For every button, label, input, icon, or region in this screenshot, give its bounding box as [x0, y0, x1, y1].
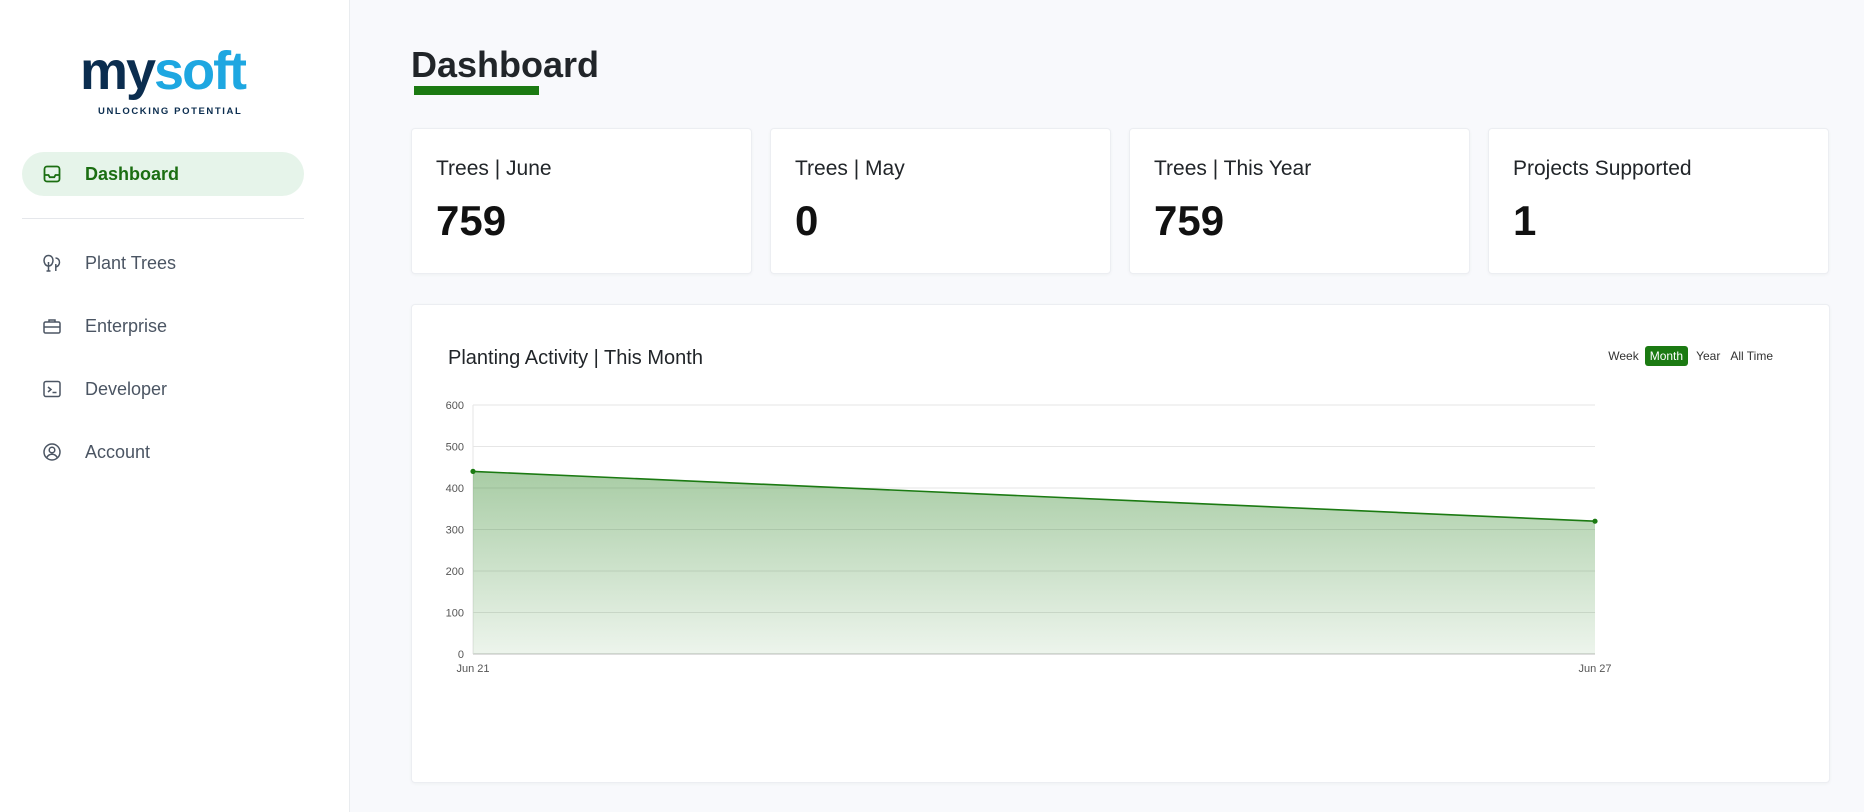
stat-value: 0	[795, 197, 819, 244]
planting-activity-chart: 0 100 200 300 400 500 600 Jun 21 Jun 27	[446, 400, 1612, 675]
stat-label: Trees | May	[795, 157, 905, 180]
stat-label: Trees | June	[436, 157, 552, 180]
sidebar-item-label: Plant Trees	[85, 252, 177, 273]
inbox-icon	[40, 162, 64, 186]
y-tick-label: 400	[446, 483, 464, 495]
sidebar: mysoft UNLOCKING POTENTIAL Dashboard Pla…	[0, 0, 350, 812]
sidebar-item-label: Developer	[85, 378, 168, 399]
stat-card-trees-june: Trees | June 759	[411, 128, 752, 274]
title-underline	[414, 86, 539, 95]
sidebar-item-developer[interactable]: Developer	[22, 367, 304, 411]
x-tick-label: Jun 21	[456, 663, 489, 675]
stat-card-trees-this-year: Trees | This Year 759	[1129, 128, 1470, 274]
terminal-icon	[40, 377, 64, 401]
logo-text-my: my	[80, 41, 156, 101]
y-tick-label: 100	[446, 608, 464, 620]
series-area	[473, 471, 1595, 654]
stat-card-projects-supported: Projects Supported 1	[1488, 128, 1829, 274]
y-tick-label: 200	[446, 566, 464, 578]
sidebar-item-label: Dashboard	[85, 163, 180, 184]
logo-text-soft: soft	[154, 41, 247, 101]
briefcase-icon	[40, 314, 64, 338]
data-point	[1592, 518, 1598, 524]
sidebar-item-enterprise[interactable]: Enterprise	[22, 304, 304, 348]
logo-tagline: UNLOCKING POTENTIAL	[98, 106, 243, 117]
trees-icon	[40, 251, 64, 275]
data-point	[470, 468, 476, 474]
sidebar-item-dashboard[interactable]: Dashboard	[22, 152, 304, 196]
stat-label: Trees | This Year	[1154, 157, 1312, 180]
x-tick-label: Jun 27	[1578, 663, 1611, 675]
y-tick-label: 500	[446, 442, 464, 454]
sidebar-item-account[interactable]: Account	[22, 430, 304, 474]
y-tick-label: 0	[458, 649, 464, 661]
planting-activity-card: Planting Activity | This Month Week Mont…	[411, 304, 1830, 783]
stat-value: 1	[1513, 197, 1537, 244]
mysoft-logo[interactable]: mysoft UNLOCKING POTENTIAL	[80, 44, 250, 120]
page-title: Dashboard	[411, 44, 600, 85]
stat-card-trees-may: Trees | May 0	[770, 128, 1111, 274]
sidebar-item-label: Enterprise	[85, 315, 168, 336]
sidebar-item-label: Account	[85, 441, 151, 462]
logo-wordmark: mysoft	[80, 44, 250, 98]
sidebar-item-plant-trees[interactable]: Plant Trees	[22, 241, 304, 285]
y-tick-label: 300	[446, 525, 464, 537]
stat-value: 759	[1154, 197, 1225, 244]
stat-label: Projects Supported	[1513, 157, 1692, 180]
stat-value: 759	[436, 197, 507, 244]
main-content: Dashboard Trees | June 759 Trees | May 0…	[350, 0, 1864, 812]
sidebar-divider	[22, 218, 304, 219]
user-circle-icon	[40, 440, 64, 464]
y-tick-label: 600	[446, 400, 464, 412]
